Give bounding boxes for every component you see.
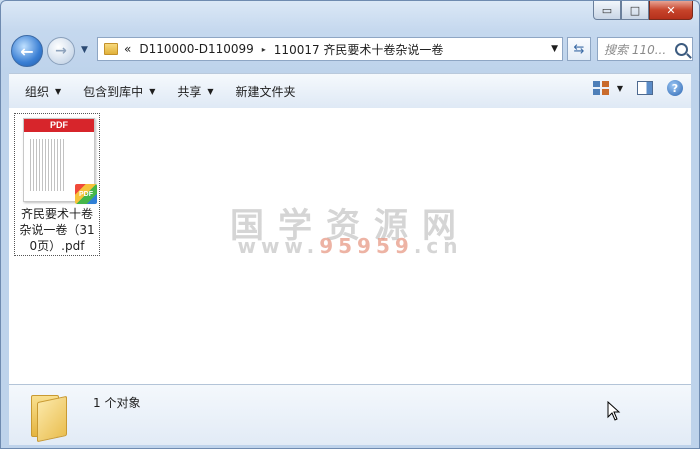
window-caption-buttons: ▭ □ ✕ — [593, 1, 693, 20]
watermark-url-suffix: .cn — [413, 234, 463, 258]
command-bar-right: ▼ ? — [592, 80, 683, 96]
chevron-down-icon: ▼ — [207, 86, 214, 96]
change-view-icon[interactable] — [592, 81, 609, 95]
minimize-button[interactable]: ▭ — [593, 1, 621, 20]
share-menu[interactable]: 共享 ▼ — [177, 83, 213, 100]
navigation-bar: ← → ▼ « D110000-D110099 ▸ 110017 齐民要术十卷杂… — [9, 31, 693, 67]
organize-menu[interactable]: 组织 ▼ — [25, 83, 61, 100]
watermark-url-prefix: www. — [237, 234, 320, 258]
preview-pane-icon[interactable] — [637, 81, 653, 95]
explorer-window: ▭ □ ✕ ← → ▼ « D110000-D110099 ▸ 110017 齐… — [0, 0, 700, 449]
item-count-text: 1 个对象 — [93, 396, 141, 410]
close-button[interactable]: ✕ — [649, 1, 693, 20]
refresh-button[interactable]: ⇆ — [567, 37, 591, 61]
pdf-band-label: PDF — [24, 119, 94, 132]
new-folder-button[interactable]: 新建文件夹 — [236, 83, 296, 100]
breadcrumb-item-range[interactable]: D110000-D110099 — [139, 42, 253, 56]
watermark-url-highlight: 95959 — [319, 234, 414, 258]
address-dropdown-icon[interactable]: ▼ — [551, 44, 558, 54]
chevron-down-icon: ▼ — [55, 86, 62, 96]
recent-pages-dropdown[interactable]: ▼ — [81, 45, 88, 55]
forward-arrow-icon: → — [55, 43, 67, 59]
file-name-label: 齐民要术十卷杂说一卷（310页）.pdf — [19, 207, 95, 253]
back-arrow-icon: ← — [20, 41, 34, 61]
include-in-library-menu[interactable]: 包含到库中 ▼ — [83, 83, 155, 100]
folder-icon — [104, 43, 118, 55]
refresh-icon: ⇆ — [573, 41, 585, 57]
breadcrumb-separator-icon[interactable]: ▸ — [262, 45, 266, 54]
details-pane: 1 个对象 — [9, 384, 691, 445]
search-input[interactable]: 搜索 110... — [604, 41, 666, 58]
address-overflow-chevron[interactable]: « — [124, 42, 131, 56]
file-item[interactable]: PDF PDF 齐民要术十卷杂说一卷（310页）.pdf — [14, 113, 100, 256]
share-label: 共享 — [177, 84, 202, 99]
breadcrumb-item-current[interactable]: 110017 齐民要术十卷杂说一卷 — [274, 41, 444, 58]
forward-button[interactable]: → — [47, 37, 75, 65]
pdf-badge-icon: PDF — [75, 184, 97, 204]
pdf-file-icon: PDF PDF — [23, 118, 97, 204]
include-in-library-label: 包含到库中 — [83, 84, 144, 99]
back-button[interactable]: ← — [11, 35, 43, 67]
organize-label: 组织 — [25, 84, 50, 99]
new-folder-label: 新建文件夹 — [235, 84, 296, 99]
file-list-pane[interactable]: 国学资源网 www.95959.cn PDF PDF 齐民要术十卷杂说一卷（31… — [9, 108, 691, 384]
address-bar[interactable]: « D110000-D110099 ▸ 110017 齐民要术十卷杂说一卷 ▼ — [97, 37, 563, 61]
watermark-url: www.95959.cn — [9, 234, 691, 258]
search-icon[interactable] — [675, 42, 688, 56]
view-options-dropdown[interactable]: ▼ — [617, 84, 623, 93]
command-bar: 组织 ▼ 包含到库中 ▼ 共享 ▼ 新建文件夹 ▼ ? — [9, 73, 691, 109]
folder-icon — [31, 391, 67, 443]
help-icon[interactable]: ? — [667, 80, 683, 96]
search-box[interactable]: 搜索 110... — [597, 37, 693, 61]
chevron-down-icon: ▼ — [149, 86, 156, 96]
page-preview-thumbnail — [30, 139, 66, 191]
maximize-button[interactable]: □ — [621, 1, 649, 20]
